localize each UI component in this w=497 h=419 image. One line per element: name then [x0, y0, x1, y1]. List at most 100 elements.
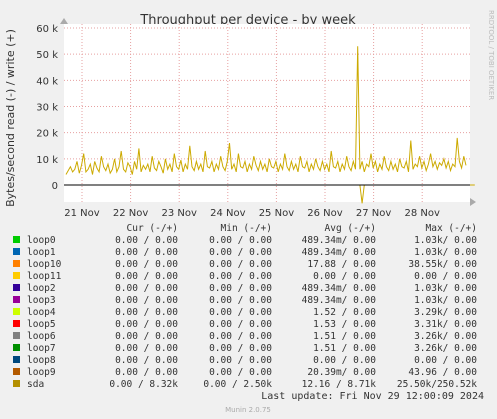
x-tick-label: 26 Nov	[307, 208, 343, 219]
legend-value-cur: 0.00 / 0.00	[115, 283, 178, 294]
legend-name: loop11	[27, 271, 62, 282]
throughput-chart: Throughput per device - by week RRDTOOL …	[4, 10, 495, 414]
legend-value-avg: 1.51 / 0.00	[313, 331, 376, 342]
legend-name: loop0	[27, 235, 56, 246]
x-axis-arrow	[470, 198, 476, 206]
legend-value-max: 25.50k/250.52k	[397, 379, 477, 390]
legend-swatch-loop9	[13, 368, 20, 375]
legend-value-avg: 0.00 / 0.00	[313, 271, 376, 282]
legend-value-min: 0.00 / 0.00	[209, 283, 272, 294]
legend-swatch-sda	[13, 380, 20, 387]
legend-header-min: Min (-/+)	[221, 223, 272, 234]
x-tick-label: 25 Nov	[259, 208, 295, 219]
legend-value-min: 0.00 / 0.00	[209, 331, 272, 342]
legend-value-max: 1.03k/ 0.00	[414, 295, 477, 306]
legend-value-max: 1.03k/ 0.00	[414, 247, 477, 258]
legend-value-cur: 0.00 / 0.00	[115, 307, 178, 318]
legend-value-min: 0.00 / 0.00	[209, 235, 272, 246]
y-axis-label: Bytes/second read (-) / write (+)	[4, 29, 17, 207]
legend-value-avg: 17.88 / 0.00	[307, 259, 376, 270]
y-tick-label: 40 k	[36, 76, 58, 87]
legend-value-avg: 20.39m/ 0.00	[307, 367, 376, 378]
legend-value-max: 0.00 / 0.00	[414, 271, 477, 282]
legend-value-max: 38.55k/ 0.00	[408, 259, 477, 270]
legend-value-cur: 0.00 / 0.00	[115, 271, 178, 282]
legend-swatch-loop5	[13, 320, 20, 327]
y-tick-labels: 0 10 k 20 k 30 k 40 k 50 k 60 k	[36, 24, 58, 192]
legend-value-avg: 12.16 / 8.71k	[302, 379, 377, 390]
legend-value-min: 0.00 / 0.00	[209, 247, 272, 258]
legend-swatch-loop7	[13, 344, 20, 351]
y-tick-label: 0	[52, 181, 58, 192]
legend-value-cur: 0.00 / 0.00	[115, 355, 178, 366]
legend-value-avg: 489.34m/ 0.00	[302, 283, 377, 294]
legend-name: loop2	[27, 283, 56, 294]
y-tick-label: 30 k	[36, 103, 58, 114]
legend-value-avg: 489.34m/ 0.00	[302, 235, 377, 246]
legend-value-max: 1.03k/ 0.00	[414, 235, 477, 246]
legend-value-max: 1.03k/ 0.00	[414, 283, 477, 294]
legend-value-avg: 1.53 / 0.00	[313, 319, 376, 330]
legend-value-max: 3.31k/ 0.00	[414, 319, 477, 330]
x-tick-label: 21 Nov	[64, 208, 100, 219]
legend-value-cur: 0.00 / 0.00	[115, 343, 178, 354]
legend-name: loop1	[27, 247, 56, 258]
legend-swatch-loop10	[13, 260, 20, 267]
legend-swatch-loop6	[13, 332, 20, 339]
y-tick-label: 10 k	[36, 155, 58, 166]
legend-value-max: 43.96 / 0.00	[408, 367, 477, 378]
legend-value-max: 3.26k/ 0.00	[414, 343, 477, 354]
footer-version: Munin 2.0.75	[225, 406, 271, 414]
legend-value-cur: 0.00 / 0.00	[115, 247, 178, 258]
x-tick-label: 23 Nov	[161, 208, 197, 219]
legend-value-min: 0.00 / 0.00	[209, 367, 272, 378]
legend-value-max: 3.26k/ 0.00	[414, 331, 477, 342]
legend-swatch-loop3	[13, 296, 20, 303]
legend-name: loop6	[27, 331, 56, 342]
legend-value-avg: 1.51 / 0.00	[313, 343, 376, 354]
y-axis-arrow	[60, 18, 68, 24]
legend-header-max: Max (-/+)	[426, 223, 477, 234]
legend-swatch-loop11	[13, 272, 20, 279]
legend-name: loop3	[27, 295, 56, 306]
legend-value-min: 0.00 / 0.00	[209, 271, 272, 282]
legend-name: loop4	[27, 307, 56, 318]
legend-value-cur: 0.00 / 0.00	[115, 259, 178, 270]
legend-value-min: 0.00 / 0.00	[209, 307, 272, 318]
legend-name: loop10	[27, 259, 62, 270]
legend-swatch-loop4	[13, 308, 20, 315]
legend-name: loop8	[27, 355, 56, 366]
legend-name: sda	[27, 379, 44, 390]
legend-swatch-loop0	[13, 236, 20, 243]
legend-value-cur: 0.00 / 0.00	[115, 235, 178, 246]
legend-header-cur: Cur (-/+)	[127, 223, 178, 234]
legend-swatch-loop8	[13, 356, 20, 363]
legend-value-avg: 1.52 / 0.00	[313, 307, 376, 318]
legend-swatch-loop2	[13, 284, 20, 291]
x-tick-label: 28 Nov	[404, 208, 440, 219]
legend-value-cur: 0.00 / 0.00	[115, 295, 178, 306]
side-label: RRDTOOL / TOBI OETIKER	[487, 10, 495, 100]
legend-value-avg: 0.00 / 0.00	[313, 355, 376, 366]
legend-value-cur: 0.00 / 0.00	[115, 319, 178, 330]
x-tick-labels: 21 Nov 22 Nov 23 Nov 24 Nov 25 Nov 26 Nov 27 N…	[64, 208, 440, 219]
x-tick-label: 24 Nov	[210, 208, 246, 219]
legend-value-max: 3.29k/ 0.00	[414, 307, 477, 318]
legend-value-avg: 489.34m/ 0.00	[302, 247, 377, 258]
legend-value-avg: 489.34m/ 0.00	[302, 295, 377, 306]
legend-name: loop7	[27, 343, 56, 354]
legend-name: loop9	[27, 367, 56, 378]
legend: Cur (-/+) Min (-/+) Avg (-/+) Max (-/+) loop…	[13, 223, 477, 390]
y-tick-label: 20 k	[36, 129, 58, 140]
legend-value-min: 0.00 / 0.00	[209, 259, 272, 270]
legend-value-max: 0.00 / 0.00	[414, 355, 477, 366]
legend-value-min: 0.00 / 0.00	[209, 343, 272, 354]
plot-area	[64, 24, 470, 202]
legend-swatch-loop1	[13, 248, 20, 255]
last-update: Last update: Fri Nov 29 12:00:09 2024	[261, 391, 484, 402]
legend-value-min: 0.00 / 0.00	[209, 355, 272, 366]
y-tick-label: 60 k	[36, 24, 58, 35]
y-tick-label: 50 k	[36, 50, 58, 61]
legend-value-cur: 0.00 / 8.32k	[109, 379, 178, 390]
legend-name: loop5	[27, 319, 56, 330]
